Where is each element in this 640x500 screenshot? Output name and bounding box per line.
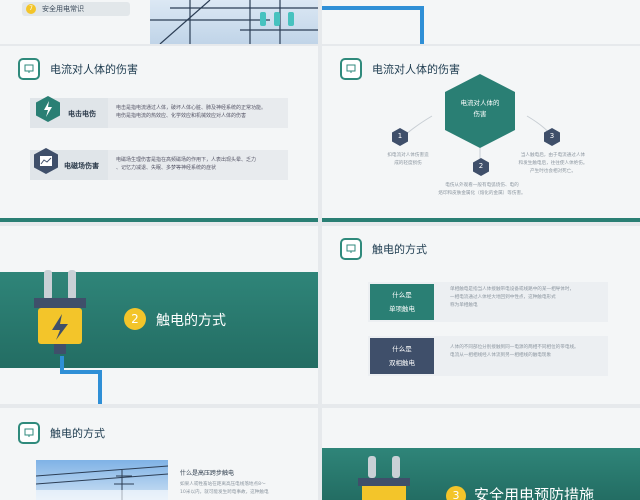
node-1: 1	[392, 128, 408, 146]
node-text: 烙印和皮肤金属化（熔化的金属）等伤害。	[438, 191, 526, 196]
slide-title: 电流对人体的伤害	[50, 63, 138, 76]
node-number: 2	[478, 162, 484, 170]
plug-icon	[354, 456, 414, 500]
presentation-icon	[18, 422, 40, 444]
card-electric-shock[interactable]: 电击电伤 电击是指电流通过人体，破坏人体心脏、肺及神经系统的正常功能。 电伤是指…	[30, 96, 288, 128]
node-text: 当人触电后，由于电流通过人体	[520, 153, 586, 158]
box-label-line: 单项触电	[389, 305, 415, 313]
card-label: 电击电伤	[68, 110, 96, 118]
center-text: 伤害	[473, 110, 487, 118]
slide-safety-knowledge[interactable]: 7 安全用电常识	[0, 0, 318, 44]
box-label: 什么是 单项触电	[370, 284, 434, 320]
slide-title: 触电的方式	[372, 243, 427, 256]
card-text-line: 电击是指电流通过人体，破坏人体心脏、肺及神经系统的正常功能。	[116, 105, 267, 111]
slide-title: 触电的方式	[50, 427, 105, 440]
pylon-photo	[150, 0, 318, 44]
content-heading: 什么是高压跨步触电	[180, 470, 235, 477]
presentation-icon	[18, 58, 40, 80]
node-number: 1	[397, 132, 403, 140]
box-label-line: 双相触电	[389, 359, 415, 367]
plug-icon	[30, 270, 90, 360]
content-line: 如果人或牲畜站在距离高压电线落地点8～	[180, 482, 266, 487]
box-two-phase[interactable]: 什么是 双相触电 人体的不同部位分别接触到同一电源的两相不同相位的带电线。 电流…	[368, 336, 608, 376]
power-line-photo	[35, 460, 169, 500]
node-3: 3	[544, 128, 560, 146]
slide-section-contact-methods[interactable]: 2 触电的方式	[0, 226, 318, 404]
slide-current-harm-cards[interactable]: 电流对人体的伤害 电击电伤 电击是指电流通过人体，破坏人体心脏、肺及神经系统的正…	[0, 46, 318, 222]
box-single-phase[interactable]: 什么是 单项触电 单相触电是指当人体接触带电设备或线路中的某一相导体时， 一相电…	[368, 282, 608, 322]
section-number: 7	[26, 4, 36, 14]
box-text-line: 单相触电是指当人体接触带电设备或线路中的某一相导体时，	[450, 287, 575, 292]
section-number: 3	[446, 486, 466, 500]
footer-bar	[0, 218, 318, 222]
slide-top-right[interactable]	[322, 0, 640, 44]
section-title: 触电的方式	[156, 313, 226, 329]
box-label: 什么是 双相触电	[370, 338, 434, 374]
slide-contact-methods-boxes[interactable]: 触电的方式 什么是 单项触电 单相触电是指当人体接触带电设备或线路中的某一相导体…	[322, 226, 640, 404]
node-number: 3	[549, 132, 555, 140]
footer-bar	[322, 218, 640, 222]
content-line: 10米以内，就可能发生跨电事故，这种触电	[180, 490, 269, 495]
section-tag: 7 安全用电常识	[22, 2, 130, 16]
card-text-line: 、记忆力减退、失眠、多梦等神经系统的症状	[116, 165, 217, 171]
slide-step-voltage[interactable]: 触电的方式 什么是高压跨步触电 如果人或牲畜站在距离高压电线落地点8～ 10米以…	[0, 408, 318, 500]
node-text: 电伤从外观看一般有电弧烧伤、电的	[445, 183, 519, 188]
box-text-line: 称为单相触电	[450, 303, 478, 308]
node-text: 产生时也会相对死亡。	[530, 169, 576, 174]
box-text-line: 电流从一相相线经人体流到另一相相线的触电现象	[450, 353, 552, 358]
center-hexagon: 电流对人体的 伤害	[445, 74, 515, 148]
slide-current-harm-diagram[interactable]: 电流对人体的伤害 电流对人体的 伤害 1 2 3 扣电流对人体伤害造 成的轻度损…	[322, 46, 640, 222]
section-text: 安全用电常识	[42, 5, 84, 13]
card-label: 电磁场伤害	[64, 162, 99, 170]
node-text: 扣电流对人体伤害造	[387, 153, 429, 158]
box-text-line: 一相电流通过人体经大地回到中性点，这种触电形式	[450, 295, 556, 300]
card-text-line: 电磁场生理伤害是指在高频磁场的作用下，人表出现头晕、乏力	[116, 157, 257, 163]
slide-section-prevention[interactable]: 3 安全用电预防措施	[322, 408, 640, 500]
presentation-icon	[340, 238, 362, 260]
cable-decoration	[322, 6, 424, 44]
box-text-line: 人体的不同部位分别接触到同一电源的两相不同相位的带电线。	[450, 345, 579, 350]
center-text: 电流对人体的	[460, 99, 500, 107]
section-number: 2	[124, 308, 146, 330]
box-label-line: 什么是	[392, 291, 412, 299]
node-2: 2	[473, 158, 489, 176]
card-em-field-harm[interactable]: 电磁场伤害 电磁场生理伤害是指在高频磁场的作用下，人表出现头晕、乏力 、记忆力减…	[30, 148, 288, 180]
lightning-icon	[36, 96, 60, 122]
box-label-line: 什么是	[392, 345, 412, 353]
node-text: 和发生触电后，往往使人体绝伤。	[518, 161, 588, 166]
chart-hand-icon	[34, 148, 58, 174]
node-text: 成的轻度损伤	[394, 161, 422, 166]
card-text-line: 电伤是指电流的热效应、化学效应和机械效应对人体的伤害	[116, 113, 247, 119]
section-title: 安全用电预防措施	[474, 486, 595, 500]
